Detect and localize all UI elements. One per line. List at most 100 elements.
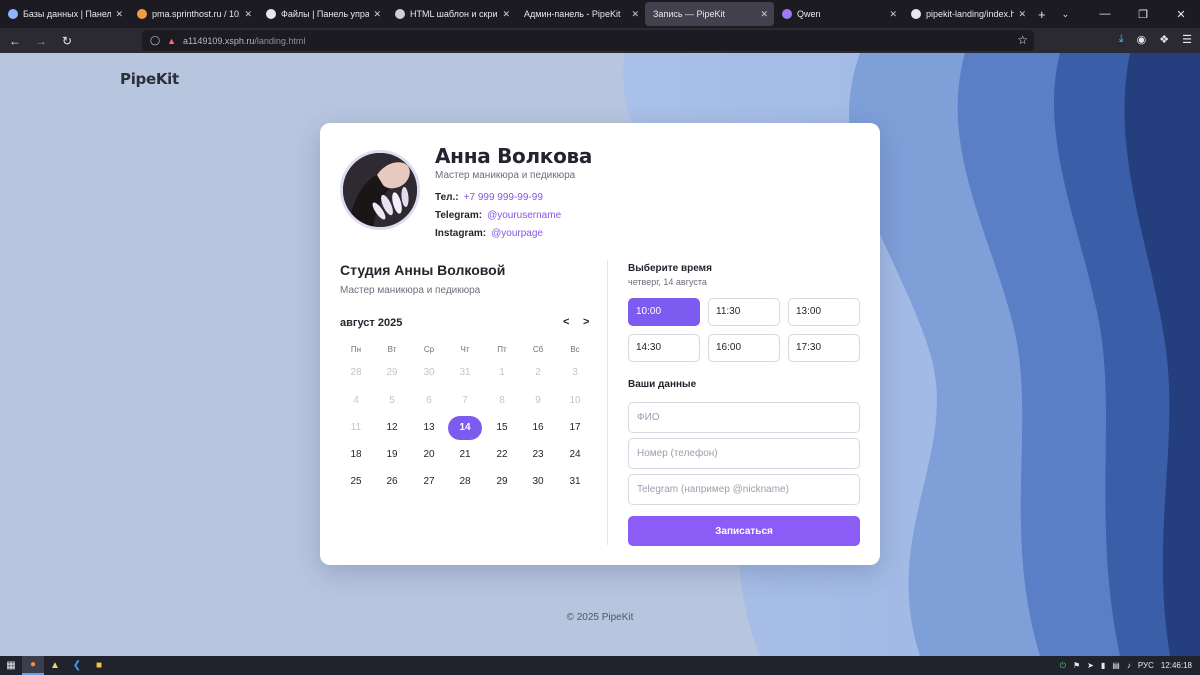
phpmyadmin-icon [137, 9, 147, 19]
maximize-icon[interactable]: ❐ [1124, 8, 1162, 21]
calendar-day[interactable]: 31 [558, 470, 592, 494]
back-icon[interactable]: ← [4, 34, 26, 48]
submit-booking-button[interactable]: Записаться [628, 516, 860, 546]
close-tab-icon[interactable]: ✕ [115, 9, 123, 20]
close-tab-icon[interactable]: ✕ [889, 9, 897, 20]
bookmark-star-icon[interactable]: ☆ [1017, 33, 1028, 47]
power-icon[interactable]: ⏻ [1060, 661, 1066, 671]
calendar-day: 11 [350, 422, 362, 433]
time-slot[interactable]: 13:00 [788, 298, 860, 326]
forward-icon[interactable]: → [30, 34, 52, 48]
browser-tab[interactable]: Запись — PipeKit ✕ [645, 2, 774, 26]
calendar-day[interactable]: 28 [448, 470, 482, 494]
close-tab-icon[interactable]: ✕ [631, 9, 639, 20]
menu-icon[interactable]: ☰ [1182, 33, 1192, 46]
calendar-day: 31 [459, 367, 471, 378]
close-window-icon[interactable]: ✕ [1162, 8, 1200, 21]
telegram-tray-icon[interactable]: ➤ [1087, 661, 1094, 670]
calendar-day[interactable]: 18 [339, 443, 373, 467]
your-data-title: Ваши данные [628, 379, 697, 390]
calendar-day[interactable]: 26 [375, 470, 409, 494]
terminal-icon[interactable]: ▲ [44, 656, 66, 675]
weekday-label: Вс [570, 345, 580, 354]
site-logo[interactable]: PipeKit [120, 70, 179, 88]
calendar-day: 6 [426, 395, 432, 406]
browser-tab[interactable]: pipekit-landing/index.html✕ [903, 0, 1032, 28]
calendar-day[interactable]: 15 [485, 416, 519, 440]
time-slot-selected[interactable]: 10:00 [628, 298, 700, 326]
calendar-day[interactable]: 17 [558, 416, 592, 440]
close-tab-icon[interactable]: ✕ [373, 9, 381, 20]
telegram-link[interactable]: @yourusername [487, 210, 561, 221]
tab-label: Запись — PipeKit [653, 9, 726, 19]
calendar-day[interactable]: 16 [521, 416, 555, 440]
avatar [340, 150, 420, 230]
url-host: a1149109.xsph.ru [183, 35, 255, 46]
calendar-day[interactable]: 30 [521, 470, 555, 494]
instagram-link[interactable]: @yourpage [491, 228, 543, 239]
address-bar[interactable]: ◯ ▲ a1149109.xsph.ru/landing.html ☆ [142, 30, 1034, 51]
manicure-photo [343, 153, 417, 227]
time-slot[interactable]: 16:00 [708, 334, 780, 362]
prev-month-button[interactable]: < [563, 316, 569, 328]
calendar-day[interactable]: 27 [412, 470, 446, 494]
calendar-day[interactable]: 19 [375, 443, 409, 467]
time-slot[interactable]: 17:30 [788, 334, 860, 362]
window-controls: — ❐ ✕ [1086, 0, 1200, 28]
browser-tab[interactable]: Файлы | Панель управлен✕ [258, 0, 387, 28]
browser-tab[interactable]: Базы данных | Панель упра✕ [0, 0, 129, 28]
start-menu-icon[interactable]: ▦ [0, 656, 22, 675]
reload-icon[interactable]: ↻ [56, 34, 78, 48]
tab-label: HTML шаблон и скрипт [410, 9, 499, 19]
calendar-day-selected[interactable]: 14 [448, 416, 482, 440]
calendar-day[interactable]: 12 [375, 416, 409, 440]
firefox-icon[interactable]: ● [22, 656, 44, 675]
shield-icon[interactable]: ◯ [150, 35, 160, 46]
lock-warning-icon[interactable]: ▲ [167, 36, 176, 46]
weekday-label: Пн [350, 345, 362, 354]
next-month-button[interactable]: > [583, 316, 589, 328]
browser-tab[interactable]: Админ-панель - PipeKit ✕ [516, 0, 645, 28]
calendar-day[interactable]: 25 [339, 470, 373, 494]
new-tab-icon[interactable]: + [1038, 7, 1046, 22]
calendar-day: 9 [535, 395, 541, 406]
calendar-day[interactable]: 21 [448, 443, 482, 467]
volume-icon[interactable]: ♪ [1127, 661, 1131, 670]
calendar-day: 28 [350, 367, 362, 378]
calendar-day: 2 [535, 367, 541, 378]
calendar-day[interactable]: 23 [521, 443, 555, 467]
tab-list-icon[interactable]: ⌄ [1062, 9, 1070, 20]
telegram-input[interactable] [628, 474, 860, 505]
browser-tab[interactable]: Qwen ✕ [774, 0, 903, 28]
folder-icon[interactable]: ■ [88, 656, 110, 675]
keyboard-layout[interactable]: РУС [1138, 661, 1154, 670]
minimize-icon[interactable]: — [1086, 8, 1124, 20]
tab-label: Базы данных | Панель упра [23, 9, 112, 19]
bell-icon[interactable]: ⚑ [1073, 661, 1080, 670]
phone-input[interactable] [628, 438, 860, 469]
phone-link[interactable]: +7 999 999-99-99 [464, 192, 543, 203]
calendar-day[interactable]: 24 [558, 443, 592, 467]
time-slot[interactable]: 14:30 [628, 334, 700, 362]
account-icon[interactable]: ◉ [1137, 33, 1147, 46]
close-tab-icon[interactable]: ✕ [760, 9, 768, 20]
calendar-day[interactable]: 22 [485, 443, 519, 467]
calendar-day[interactable]: 29 [485, 470, 519, 494]
calendar-day[interactable]: 13 [412, 416, 446, 440]
close-tab-icon[interactable]: ✕ [502, 9, 510, 20]
time-slot[interactable]: 11:30 [708, 298, 780, 326]
fio-input[interactable] [628, 402, 860, 433]
extensions-icon[interactable]: ❖ [1159, 33, 1169, 46]
tab-label: Файлы | Панель управлен [281, 9, 370, 19]
calendar-day[interactable]: 20 [412, 443, 446, 467]
download-icon[interactable]: ⤓ [1119, 33, 1124, 46]
vscode-icon[interactable]: ❮ [66, 656, 88, 675]
column-divider [607, 260, 608, 545]
panel-icon [266, 9, 276, 19]
battery-icon[interactable]: ▮ [1101, 661, 1105, 670]
close-tab-icon[interactable]: ✕ [1018, 9, 1026, 20]
close-tab-icon[interactable]: ✕ [244, 9, 252, 20]
network-icon[interactable]: ▤ [1112, 661, 1120, 670]
browser-tab[interactable]: HTML шаблон и скрипт ✕ [387, 0, 516, 28]
browser-tab[interactable]: pma.sprinthost.ru / 10.0.1.1 ✕ [129, 0, 258, 28]
